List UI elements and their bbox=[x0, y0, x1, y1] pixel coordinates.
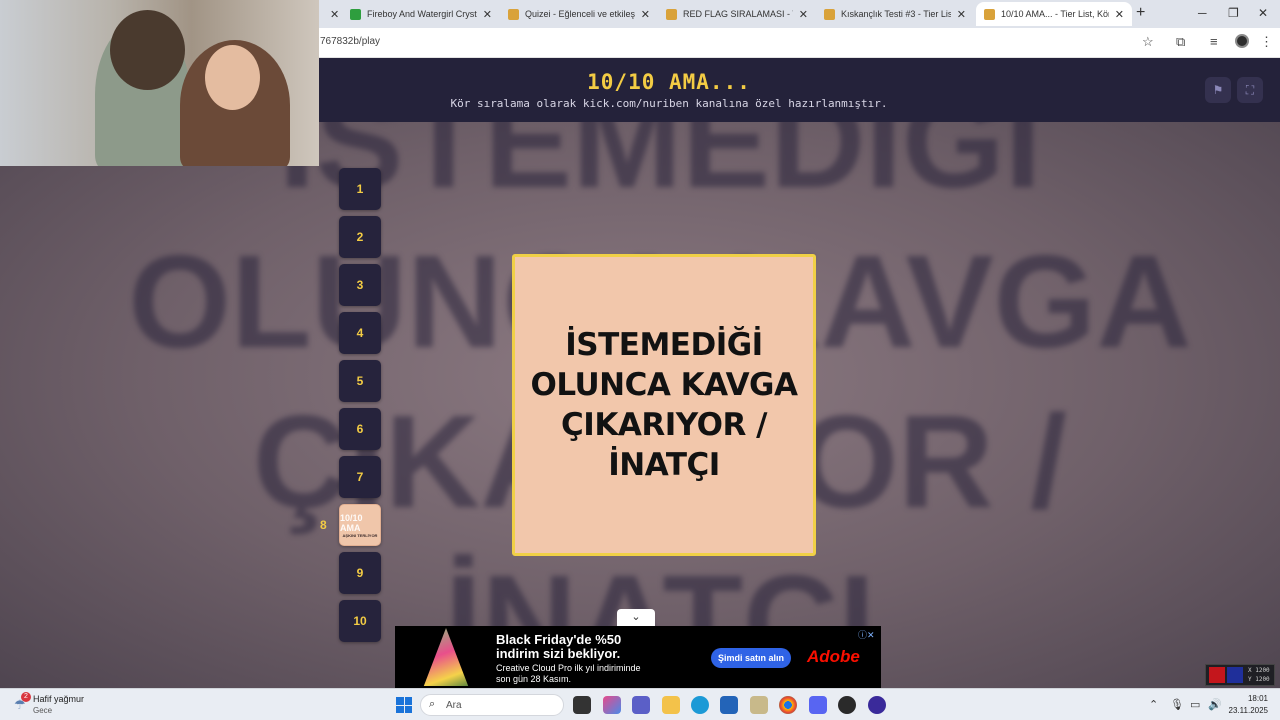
close-icon[interactable]: ✕ bbox=[799, 8, 808, 21]
adobe-logo: Adobe bbox=[807, 647, 860, 666]
red-square-icon bbox=[1209, 667, 1225, 683]
weather-subtitle: Gece bbox=[33, 706, 53, 715]
new-tab-icon[interactable]: + bbox=[1136, 4, 1145, 22]
fullscreen-icon[interactable]: ⛶ bbox=[1237, 77, 1263, 103]
rank-slot-8-filled[interactable]: 10/10 AMA AŞKINI TERLİYOR bbox=[339, 504, 381, 546]
minimize-icon[interactable]: ─ bbox=[1198, 6, 1207, 20]
app-icon-dark[interactable] bbox=[838, 696, 856, 714]
microphone-icon[interactable]: 🎙 bbox=[1170, 698, 1184, 711]
network-icon[interactable]: ▭ bbox=[1190, 698, 1200, 711]
close-icon[interactable]: ✕ bbox=[483, 8, 492, 21]
media-controls-icon[interactable]: ≡ bbox=[1210, 34, 1218, 49]
close-icon[interactable]: ✕ bbox=[957, 8, 966, 21]
webcam-overlay bbox=[0, 0, 319, 166]
more-menu-icon[interactable]: ⋮ bbox=[1260, 34, 1273, 50]
blue-square-icon bbox=[1227, 667, 1243, 683]
tab-10-10-ama[interactable]: 10/10 AMA... - Tier List, Kör Sıra... ✕ bbox=[976, 2, 1132, 26]
ad-headline: Black Friday'de %50 indirim sizi bekliyo… bbox=[496, 632, 622, 661]
teams-icon[interactable] bbox=[632, 696, 650, 714]
restore-icon[interactable]: ❐ bbox=[1228, 6, 1239, 20]
close-icon[interactable]: ✕ bbox=[641, 8, 650, 21]
ad-collapse-chevron-icon[interactable]: ⌄ bbox=[617, 609, 655, 626]
chrome-icon[interactable] bbox=[779, 696, 797, 714]
rank-slot-1[interactable]: 1 bbox=[339, 168, 381, 210]
card-text: İSTEMEDİĞİ OLUNCA KAVGA ÇIKARIYOR / İNAT… bbox=[530, 327, 799, 483]
weather-title[interactable]: Hafif yağmur bbox=[33, 694, 84, 704]
ad-artwork bbox=[423, 628, 469, 686]
rank-slot-3[interactable]: 3 bbox=[339, 264, 381, 306]
url-field[interactable]: 767832b/play bbox=[320, 36, 380, 47]
windows-start-icon[interactable] bbox=[396, 697, 412, 713]
profile-avatar[interactable] bbox=[1235, 34, 1249, 48]
ad-banner[interactable]: Black Friday'de %50 indirim sizi bekliyo… bbox=[395, 626, 881, 688]
copilot-icon[interactable] bbox=[603, 696, 621, 714]
ad-info-close-icon[interactable]: ⓘ✕ bbox=[858, 628, 875, 641]
tab-fireboy[interactable]: Fireboy And Watergirl Crystal T... ✕ bbox=[342, 2, 500, 26]
tab-quizei[interactable]: Quizei - Eğlenceli ve etkileşim... ✕ bbox=[500, 2, 658, 26]
windows-taskbar: ☂ 2 Hafif yağmur Gece ⌕ Ara ⌃ 🎙 ▭ 🔊 18:0… bbox=[0, 688, 1280, 720]
window-close-icon[interactable]: ✕ bbox=[1258, 6, 1268, 20]
extensions-icon[interactable]: ⧉ bbox=[1176, 34, 1185, 50]
chevron-up-icon[interactable]: ⌃ bbox=[1149, 698, 1158, 711]
file-explorer-icon[interactable] bbox=[662, 696, 680, 714]
rank-slot-7[interactable]: 7 bbox=[339, 456, 381, 498]
streamer-left-head bbox=[110, 10, 185, 90]
weather-badge: 2 bbox=[21, 692, 31, 702]
clock-time[interactable]: 18:01 bbox=[1238, 694, 1268, 703]
taskbar-search[interactable]: ⌕ Ara bbox=[420, 694, 564, 716]
quizei-favicon-icon bbox=[984, 8, 995, 20]
rank-slot-10[interactable]: 10 bbox=[339, 600, 381, 642]
app-icon[interactable] bbox=[750, 696, 768, 714]
current-item-card[interactable]: İSTEMEDİĞİ OLUNCA KAVGA ÇIKARIYOR / İNAT… bbox=[512, 254, 816, 556]
store-icon[interactable] bbox=[720, 696, 738, 714]
quizei-favicon-icon bbox=[824, 8, 835, 20]
discord-icon[interactable] bbox=[809, 696, 827, 714]
rank-slot-6[interactable]: 6 bbox=[339, 408, 381, 450]
page-title: 10/10 AMA... bbox=[587, 70, 751, 94]
rank-slot-9[interactable]: 9 bbox=[339, 552, 381, 594]
streamer-right-face bbox=[205, 45, 260, 110]
close-icon[interactable]: ✕ bbox=[330, 8, 339, 21]
sheets-favicon-icon bbox=[350, 8, 361, 20]
ad-body: Creative Cloud Pro ilk yıl indiriminde s… bbox=[496, 663, 641, 684]
flag-icon[interactable]: ⚑ bbox=[1205, 77, 1231, 103]
ad-cta-button[interactable]: Şimdi satın alın bbox=[711, 648, 791, 668]
rank-slot-2[interactable]: 2 bbox=[339, 216, 381, 258]
quizei-favicon-icon bbox=[666, 8, 677, 20]
app-icon-purple[interactable] bbox=[868, 696, 886, 714]
coordinate-overlay: X 1200 Y 1200 bbox=[1205, 664, 1275, 686]
slot-position-indicator: 8 bbox=[320, 518, 327, 532]
page-subtitle: Kör sıralama olarak kick.com/nuriben kan… bbox=[450, 97, 888, 110]
volume-icon[interactable]: 🔊 bbox=[1208, 698, 1222, 711]
task-view-icon[interactable] bbox=[573, 696, 591, 714]
tab-close-partial[interactable]: ✕ bbox=[322, 2, 339, 26]
clock-date[interactable]: 23.11.2025 bbox=[1228, 706, 1268, 715]
tab-kiskanclik[interactable]: Kıskançlık Testi #3 - Tier List, Kı... ✕ bbox=[816, 2, 974, 26]
close-icon[interactable]: ✕ bbox=[1115, 8, 1124, 21]
quiz-header: 10/10 AMA... Kör sıralama olarak kick.co… bbox=[319, 58, 1280, 122]
bookmark-star-icon[interactable]: ☆ bbox=[1142, 34, 1154, 50]
search-icon: ⌕ bbox=[429, 698, 436, 710]
rank-slot-5[interactable]: 5 bbox=[339, 360, 381, 402]
tab-red-flag[interactable]: RED FLAG SIRALAMASI - Tier Li... ✕ bbox=[658, 2, 816, 26]
rank-slot-4[interactable]: 4 bbox=[339, 312, 381, 354]
quizei-favicon-icon bbox=[508, 8, 519, 20]
edge-icon[interactable] bbox=[691, 696, 709, 714]
